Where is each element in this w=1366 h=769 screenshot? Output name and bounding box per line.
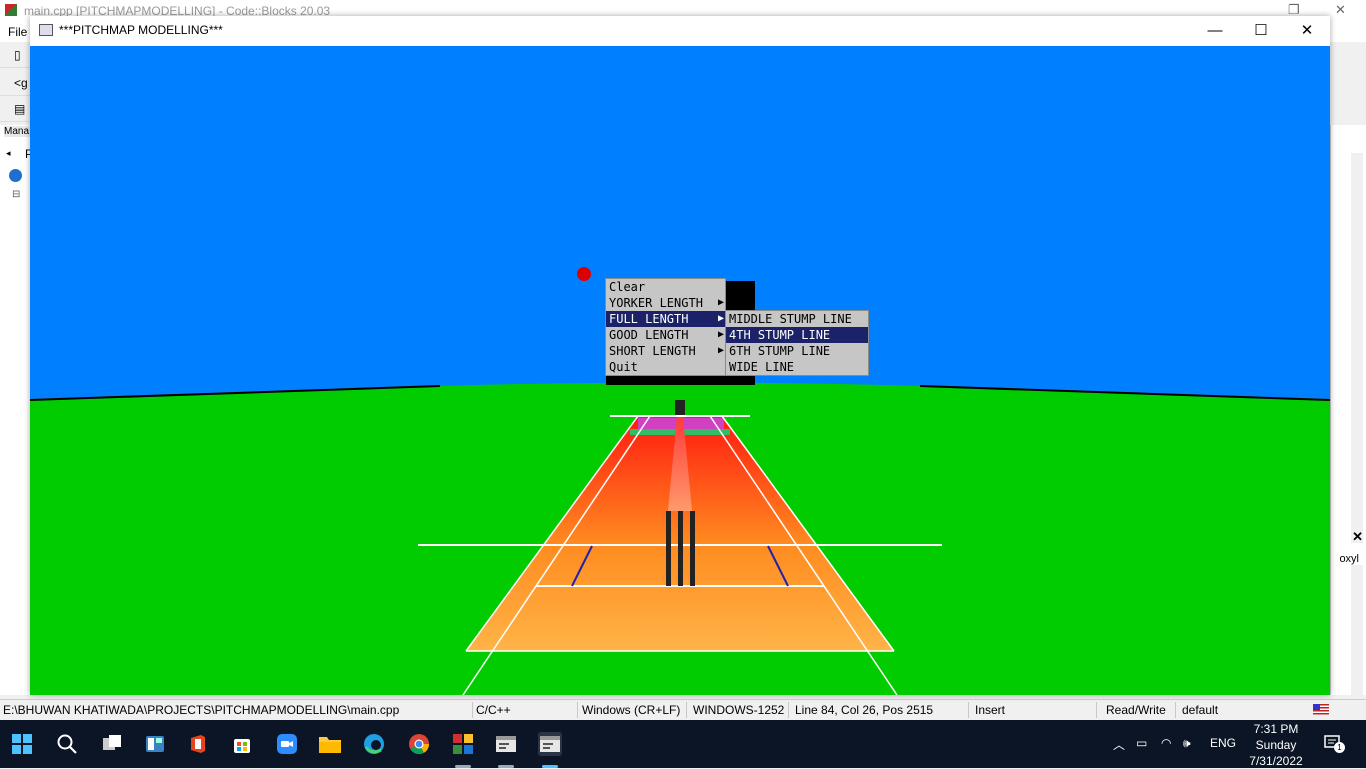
far-stumps — [675, 400, 685, 416]
submenu-arrow-icon: ▶ — [717, 345, 724, 356]
scroll-left-icon[interactable]: ◂ — [6, 148, 11, 159]
wifi-icon[interactable]: ◠ — [1161, 736, 1171, 750]
ide-close-icon[interactable]: ✕ — [1335, 2, 1346, 18]
new-file-icon[interactable]: ▯ — [14, 48, 21, 62]
volume-icon[interactable]: 🕪 — [1183, 736, 1191, 751]
stump-left — [666, 511, 671, 586]
file-explorer-icon[interactable] — [318, 732, 342, 756]
battery-icon[interactable]: ▭ — [1136, 736, 1147, 750]
stump-middle — [678, 511, 683, 586]
minimize-button[interactable]: — — [1192, 16, 1238, 46]
clock-date: 7/31/2022 — [1249, 754, 1303, 768]
notification-center-icon[interactable]: 1 — [1323, 733, 1345, 753]
maximize-icon: ☐ — [1254, 22, 1268, 39]
ide-toolbar-2: <g — [0, 71, 30, 96]
status-file-path: E:\BHUWAN KHATIWADA\PROJECTS\PITCHMAPMOD… — [3, 703, 400, 717]
menu-item-full-length[interactable]: FULL LENGTH ▶ — [606, 311, 725, 327]
submenu-item-6th-stump-line[interactable]: 6TH STUMP LINE — [726, 343, 868, 359]
app-window: ***PITCHMAP MODELLING*** — ☐ ✕ Clear YOR… — [30, 16, 1330, 695]
workspace-icon[interactable] — [9, 169, 22, 182]
logs-scrollbar[interactable] — [1351, 565, 1363, 695]
submenu-item-4th-stump-line[interactable]: 4TH STUMP LINE — [726, 327, 868, 343]
tree-expander-icon[interactable]: ⊟ — [12, 189, 20, 200]
submenu-full-length: MIDDLE STUMP LINE 4TH STUMP LINE 6TH STU… — [725, 310, 869, 376]
management-label: Mana — [4, 126, 30, 137]
zoom-icon[interactable] — [275, 732, 299, 756]
app-window-icon[interactable] — [494, 732, 518, 756]
menu-item-yorker-length[interactable]: YORKER LENGTH ▶ — [606, 295, 725, 311]
maximize-button[interactable]: ☐ — [1238, 16, 1284, 46]
submenu-item-wide-line[interactable]: WIDE LINE — [726, 359, 868, 375]
status-language: C/C++ — [476, 703, 511, 717]
submenu-arrow-icon: ▶ — [717, 313, 724, 324]
menu-item-good-length[interactable]: GOOD LENGTH ▶ — [606, 327, 725, 343]
status-profile: default — [1182, 703, 1219, 717]
status-access: Read/Write — [1106, 703, 1166, 717]
app-titlebar[interactable]: ***PITCHMAP MODELLING*** — ☐ ✕ — [30, 16, 1330, 46]
editor-right-edge: ✕ oxyl — [1330, 125, 1366, 695]
task-view-icon[interactable] — [100, 732, 124, 756]
windows-start-icon[interactable] — [10, 732, 34, 756]
menu-file[interactable]: File — [8, 25, 27, 39]
status-line-endings: Windows (CR+LF) — [582, 703, 681, 717]
codeblocks-app-icon — [5, 4, 17, 16]
ide-statusbar: E:\BHUWAN KHATIWADA\PROJECTS\PITCHMAPMOD… — [0, 699, 1366, 720]
app-title: ***PITCHMAP MODELLING*** — [59, 23, 223, 37]
ide-toolbar-1: ▯ — [0, 43, 30, 68]
notification-count-badge: 1 — [1334, 742, 1345, 753]
store-icon[interactable] — [230, 732, 254, 756]
language-indicator[interactable]: ENG — [1210, 736, 1236, 750]
opengl-scene[interactable]: Clear YORKER LENGTH ▶ FULL LENGTH ▶ GOOD L… — [30, 46, 1330, 695]
status-position: Line 84, Col 26, Pos 2515 — [795, 703, 934, 717]
clock-day: Sunday — [1255, 738, 1297, 752]
app-window-icon — [39, 24, 53, 36]
chrome-icon[interactable] — [407, 732, 431, 756]
ide-toolbar-3: ▤ — [0, 97, 30, 122]
logs-tab-partial[interactable]: oxyl — [1339, 553, 1359, 565]
minimize-icon: — — [1207, 22, 1223, 39]
management-panel: Mana ◂ P ⊟ — [0, 125, 33, 695]
us-flag-icon — [1313, 704, 1329, 715]
submenu-arrow-icon: ▶ — [717, 297, 724, 308]
cricket-ball — [577, 267, 591, 281]
logs-close-icon[interactable]: ✕ — [1352, 529, 1363, 545]
menu-item-clear[interactable]: Clear — [606, 279, 725, 295]
close-button[interactable]: ✕ — [1284, 16, 1330, 46]
close-icon: ✕ — [1300, 22, 1314, 39]
office-icon[interactable] — [186, 732, 210, 756]
app-window-active-icon[interactable] — [538, 732, 562, 756]
taskbar: ︿ ▭ ◠ 🕪 ENG 7:31 PM Sunday 7/31/2022 1 — [0, 720, 1366, 768]
scope-dropdown[interactable]: <g — [14, 76, 28, 90]
menu-item-short-length[interactable]: SHORT LENGTH ▶ — [606, 343, 725, 359]
clock[interactable]: 7:31 PM Sunday 7/31/2022 — [1240, 721, 1312, 769]
editor-scrollbar[interactable] — [1351, 153, 1363, 543]
search-icon[interactable] — [55, 732, 79, 756]
submenu-item-middle-stump-line[interactable]: MIDDLE STUMP LINE — [726, 311, 868, 327]
edge-icon[interactable] — [362, 732, 386, 756]
status-encoding: WINDOWS-1252 — [693, 703, 785, 717]
show-hidden-icons-icon[interactable]: ︿ — [1113, 736, 1125, 753]
codeblocks-icon[interactable] — [451, 732, 475, 756]
clock-time: 7:31 PM — [1253, 722, 1299, 736]
stump-right — [690, 511, 695, 586]
widgets-icon[interactable] — [143, 732, 167, 756]
menu-item-quit[interactable]: Quit — [606, 359, 725, 375]
context-menu: Clear YORKER LENGTH ▶ FULL LENGTH ▶ GOOD L… — [605, 278, 726, 376]
debug-icon[interactable]: ▤ — [14, 102, 25, 116]
status-mode: Insert — [975, 703, 1006, 717]
submenu-arrow-icon: ▶ — [717, 329, 724, 340]
